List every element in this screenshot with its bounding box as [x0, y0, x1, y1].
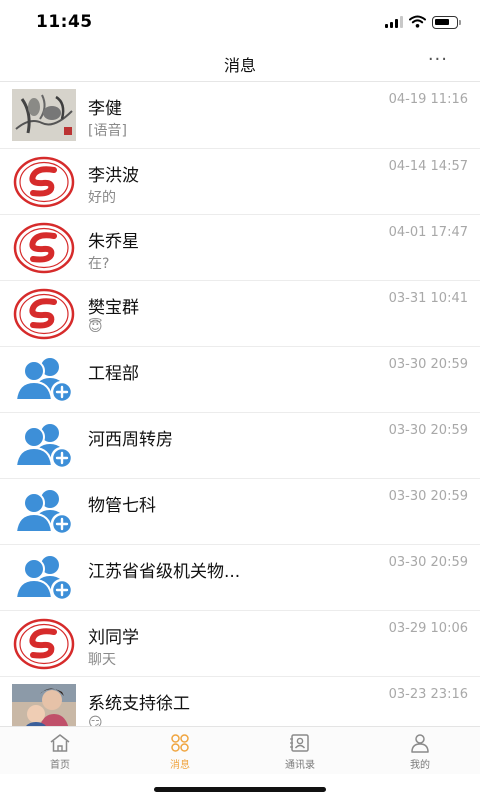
tab-label: 消息 — [170, 760, 190, 771]
chat-preview: 好的 — [88, 190, 116, 206]
chat-item[interactable]: 工程部 03-30 20:59 — [0, 347, 480, 413]
tab-messages[interactable]: 消息 — [120, 727, 240, 774]
group-icon — [12, 420, 76, 472]
tab-contacts[interactable]: 通讯录 — [240, 727, 360, 774]
chat-preview: [语音] — [88, 123, 127, 139]
avatar-ink-painting-photo — [12, 89, 76, 141]
chat-preview: 😏 — [88, 715, 103, 726]
message-grid-icon — [171, 734, 189, 752]
chat-time: 03-30 20:59 — [388, 555, 468, 570]
wifi-icon — [409, 13, 426, 32]
chat-time: 04-01 17:47 — [388, 225, 468, 240]
chat-list: 李健 [语音] 04-19 11:16 李洪波 好的 04-14 14:57 朱… — [0, 82, 480, 726]
more-options-button[interactable]: ··· — [428, 51, 448, 69]
group-icon — [12, 486, 76, 538]
status-icons — [385, 13, 461, 32]
red-logo-avatar — [12, 288, 76, 340]
battery-icon — [432, 15, 461, 29]
avatar-family-photo — [12, 684, 76, 726]
chat-preview: 聊天 — [88, 652, 116, 668]
chat-name: 工程部 — [88, 364, 139, 384]
signal-icon — [385, 16, 403, 28]
red-logo-avatar — [12, 618, 76, 670]
chat-item[interactable]: 李洪波 好的 04-14 14:57 — [0, 149, 480, 215]
tab-bar: 首页 消息 通讯录 我的 — [0, 726, 480, 774]
chat-item[interactable]: 江苏省省级机关物... 03-30 20:59 — [0, 545, 480, 611]
contacts-icon — [290, 734, 309, 752]
red-logo-avatar — [12, 156, 76, 208]
chat-time: 03-23 23:16 — [388, 687, 468, 702]
status-time: 11:45 — [36, 12, 93, 32]
chat-name: 系统支持徐工 — [88, 694, 190, 714]
chat-item[interactable]: 系统支持徐工 😏 03-23 23:16 — [0, 677, 480, 726]
tab-home[interactable]: 首页 — [0, 727, 120, 774]
page-title: 消息 — [223, 56, 256, 75]
chat-item[interactable]: 物管七科 03-30 20:59 — [0, 479, 480, 545]
red-logo-avatar — [12, 222, 76, 274]
chat-name: 物管七科 — [88, 496, 156, 516]
chat-name: 李洪波 — [88, 166, 139, 186]
chat-time: 04-14 14:57 — [388, 159, 468, 174]
chat-time: 03-30 20:59 — [388, 489, 468, 504]
chat-item[interactable]: 李健 [语音] 04-19 11:16 — [0, 82, 480, 149]
chat-name: 江苏省省级机关物... — [88, 562, 241, 582]
chat-item[interactable]: 河西周转房 03-30 20:59 — [0, 413, 480, 479]
tab-profile[interactable]: 我的 — [360, 727, 480, 774]
home-indicator — [154, 787, 326, 792]
chat-name: 刘同学 — [88, 628, 139, 648]
chat-item[interactable]: 樊宝群 😇 03-31 10:41 — [0, 281, 480, 347]
chat-time: 03-31 10:41 — [388, 291, 468, 306]
chat-item[interactable]: 朱乔星 在? 04-01 17:47 — [0, 215, 480, 281]
chat-name: 朱乔星 — [88, 232, 139, 252]
chat-name: 河西周转房 — [88, 430, 173, 450]
status-bar: 11:45 — [0, 0, 480, 44]
chat-preview: 😇 — [88, 319, 103, 335]
home-icon — [50, 734, 70, 752]
chat-time: 03-29 10:06 — [388, 621, 468, 636]
chat-name: 李健 — [88, 99, 122, 119]
chat-preview: 在? — [88, 256, 110, 272]
tab-label: 首页 — [50, 760, 70, 771]
group-icon — [12, 354, 76, 406]
tab-label: 通讯录 — [285, 760, 315, 771]
profile-icon — [411, 734, 429, 753]
chat-name: 樊宝群 — [88, 298, 139, 318]
chat-time: 03-30 20:59 — [388, 423, 468, 438]
tab-label: 我的 — [410, 760, 430, 771]
chat-item[interactable]: 刘同学 聊天 03-29 10:06 — [0, 611, 480, 677]
group-icon — [12, 552, 76, 604]
nav-bar: 消息 ··· — [0, 44, 480, 82]
chat-time: 04-19 11:16 — [388, 92, 468, 107]
chat-time: 03-30 20:59 — [388, 357, 468, 372]
